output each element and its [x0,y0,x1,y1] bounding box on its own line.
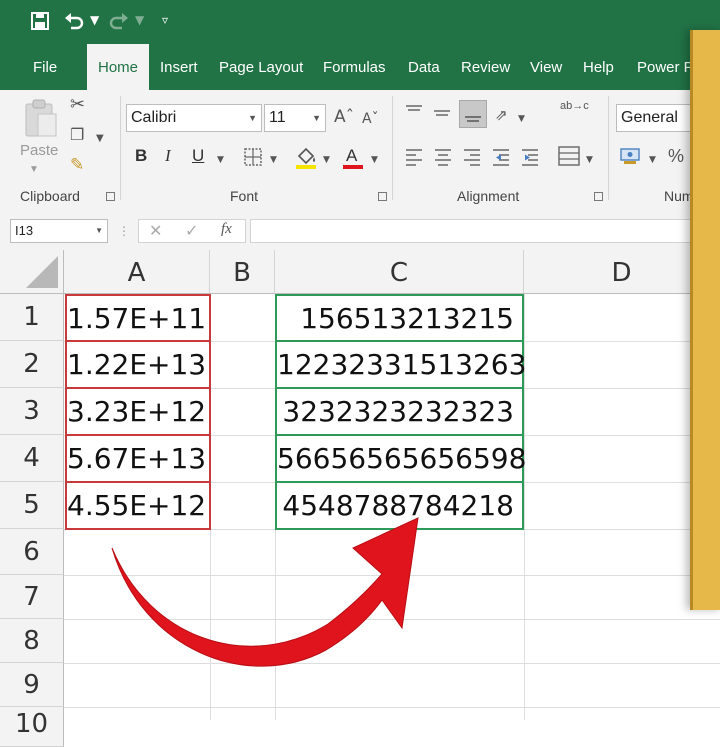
curved-arrow-icon [111,517,419,667]
folder-overlay [690,30,720,610]
